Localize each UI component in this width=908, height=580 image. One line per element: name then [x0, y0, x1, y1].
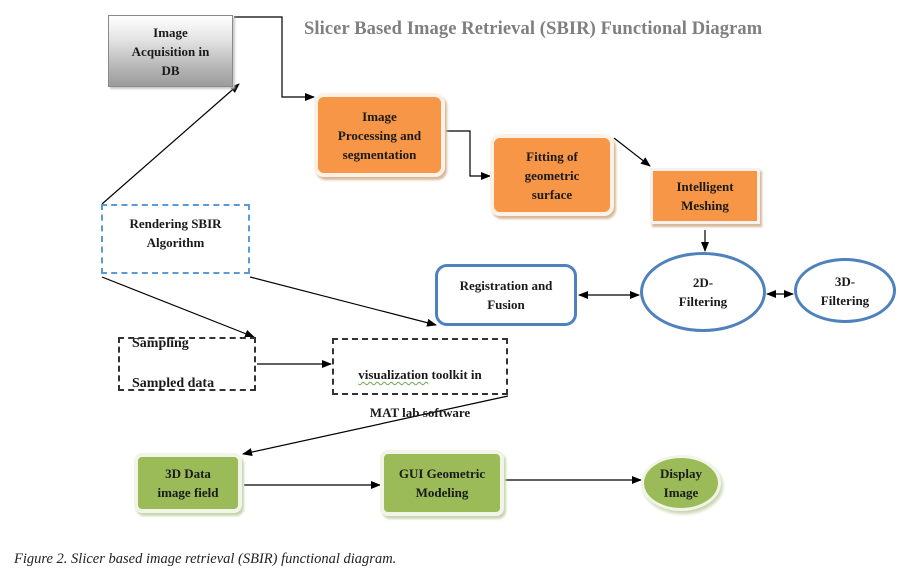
node-sampling: Sampling Sampled data [118, 336, 256, 391]
node-image-processing: Image Processing and segmentation [314, 93, 445, 177]
sampling-text: Sampling Sampled data [132, 314, 214, 414]
edge-rendering-to-registration [249, 276, 437, 327]
edge-acquisition-to-processing [234, 16, 315, 101]
node-3d-data-image-field: 3D Data image field [134, 453, 242, 513]
node-rendering-sbir: Rendering SBIR Algorithm [101, 204, 250, 274]
sbir-diagram: Slicer Based Image Retrieval (SBIR) Func… [0, 0, 908, 580]
spellcheck-word: visualization [358, 367, 429, 382]
visualization-text: visualization toolkit in MAT lab softwar… [358, 346, 482, 441]
edge-rendering-to-acquisition [101, 83, 240, 205]
visualization-line-2: MAT lab software [369, 405, 471, 420]
node-intelligent-meshing: Intelligent Meshing [650, 168, 760, 224]
node-visualization-toolkit: visualization toolkit in MAT lab softwar… [332, 338, 508, 420]
node-registration-fusion: Registration and Fusion [435, 264, 577, 326]
sampling-line-1: Sampling [132, 336, 189, 351]
sampling-line-2: Sampled data [132, 376, 215, 391]
node-image-acquisition: Image Acquisition in DB [108, 15, 233, 87]
node-3d-filtering: 3D- Filtering [794, 258, 896, 323]
diagram-title: Slicer Based Image Retrieval (SBIR) Func… [304, 19, 763, 39]
visualization-line-1-rest: toolkit in [428, 367, 482, 382]
node-gui-geometric-modeling: GUI Geometric Modeling [380, 450, 504, 516]
visualization-line-1: visualization toolkit in [358, 365, 482, 384]
node-2d-filtering: 2D- Filtering [640, 252, 766, 332]
node-display-image: Display Image [641, 455, 721, 511]
node-fitting-geometric-surface: Fitting of geometric surface [490, 134, 614, 216]
edge-processing-to-fitting [446, 130, 491, 180]
edge-fitting-to-meshing [613, 137, 651, 167]
figure-caption: Figure 2. Slicer based image retrieval (… [14, 551, 397, 567]
